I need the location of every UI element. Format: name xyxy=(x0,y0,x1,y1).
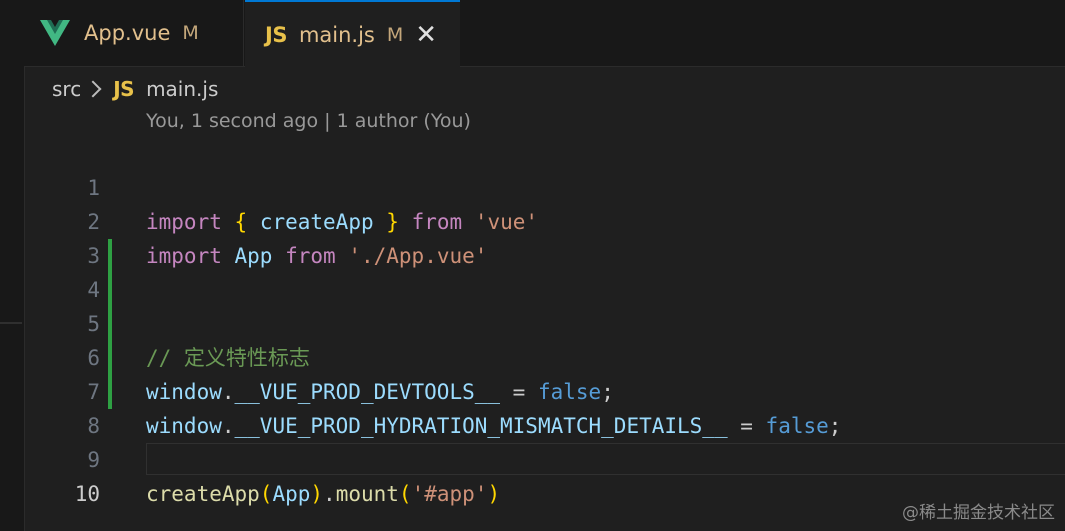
vue-icon xyxy=(40,20,70,46)
git-added-marker[interactable] xyxy=(108,239,112,273)
git-added-marker[interactable] xyxy=(108,307,112,341)
watermark: @稀土掘金技术社区 xyxy=(902,503,1055,523)
editor-window: App.vue M JS main.js M ✕ src JS main.js … xyxy=(0,0,1065,531)
code-line: 7 xyxy=(24,341,1065,404)
code-line: 9 createApp(App).mount('#app') xyxy=(24,409,1065,506)
code-editor[interactable]: 1 import { createApp } from 'vue' 2 impo… xyxy=(24,137,1065,506)
tab-app-vue[interactable]: App.vue M xyxy=(24,0,244,66)
code-line: 4 // 定义特性标志 xyxy=(24,239,1065,370)
code-line: 3 xyxy=(24,205,1065,268)
code-line: 8 xyxy=(24,375,1065,438)
git-added-marker[interactable] xyxy=(108,375,112,409)
line-number: 10 xyxy=(74,482,100,506)
close-icon[interactable]: ✕ xyxy=(415,22,437,48)
breadcrumb-folder[interactable]: src xyxy=(52,77,81,101)
code-line-current: 10 xyxy=(24,443,1065,506)
chevron-right-icon xyxy=(84,80,102,98)
modified-indicator: M xyxy=(182,22,199,44)
activity-strip xyxy=(0,0,25,531)
tab-label: main.js xyxy=(298,22,375,47)
code-line: 6 window.__VUE_PROD_HYDRATION_MISMATCH_D… xyxy=(24,307,1065,438)
code-line: 2 import App from './App.vue' xyxy=(24,171,1065,268)
modified-indicator: M xyxy=(386,23,404,46)
code-line: 1 import { createApp } from 'vue' xyxy=(24,137,1065,234)
strip-divider xyxy=(0,322,22,324)
breadcrumb-file[interactable]: main.js xyxy=(146,77,218,101)
js-file-icon: JS xyxy=(265,22,287,47)
line-content: createApp(App).mount('#app') xyxy=(146,482,501,506)
git-added-marker[interactable] xyxy=(108,273,112,307)
current-line-highlight[interactable] xyxy=(146,443,1065,475)
git-added-marker[interactable] xyxy=(108,341,112,375)
tab-bar: App.vue M JS main.js M ✕ xyxy=(24,0,1065,67)
code-line: 5 window.__VUE_PROD_DEVTOOLS__ = false; xyxy=(24,273,1065,404)
tab-main-js[interactable]: JS main.js M ✕ xyxy=(245,0,460,67)
breadcrumb: src JS main.js xyxy=(52,74,218,104)
tab-label: App.vue xyxy=(84,21,171,45)
js-file-icon: JS xyxy=(113,77,135,101)
git-blame-codelens[interactable]: You, 1 second ago | 1 author (You) xyxy=(146,110,471,132)
